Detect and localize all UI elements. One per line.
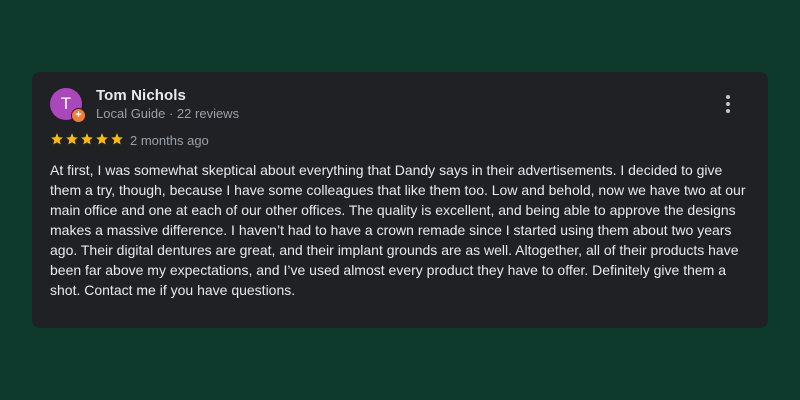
more-vert-icon-dot	[726, 109, 730, 113]
star-icon	[96, 133, 108, 145]
review-card: T + Tom Nichols Local Guide · 22 reviews…	[32, 72, 768, 328]
more-options-button[interactable]	[716, 92, 740, 116]
star-icon	[81, 133, 93, 145]
more-vert-icon	[726, 95, 730, 99]
more-vert-icon-dot	[726, 102, 730, 106]
star-rating	[50, 132, 124, 146]
avatar-initial: T	[60, 94, 72, 113]
reviewer-meta[interactable]: Local Guide · 22 reviews	[96, 106, 239, 121]
star-icon	[51, 133, 63, 145]
reviewer-name[interactable]: Tom Nichols	[96, 87, 186, 104]
review-text: At first, I was somewhat skeptical about…	[50, 162, 746, 298]
avatar[interactable]: T +	[50, 88, 86, 123]
review-date: 2 months ago	[130, 133, 209, 148]
local-guide-badge-icon: +	[71, 108, 86, 123]
star-icon	[111, 133, 123, 145]
star-icon	[66, 133, 78, 145]
